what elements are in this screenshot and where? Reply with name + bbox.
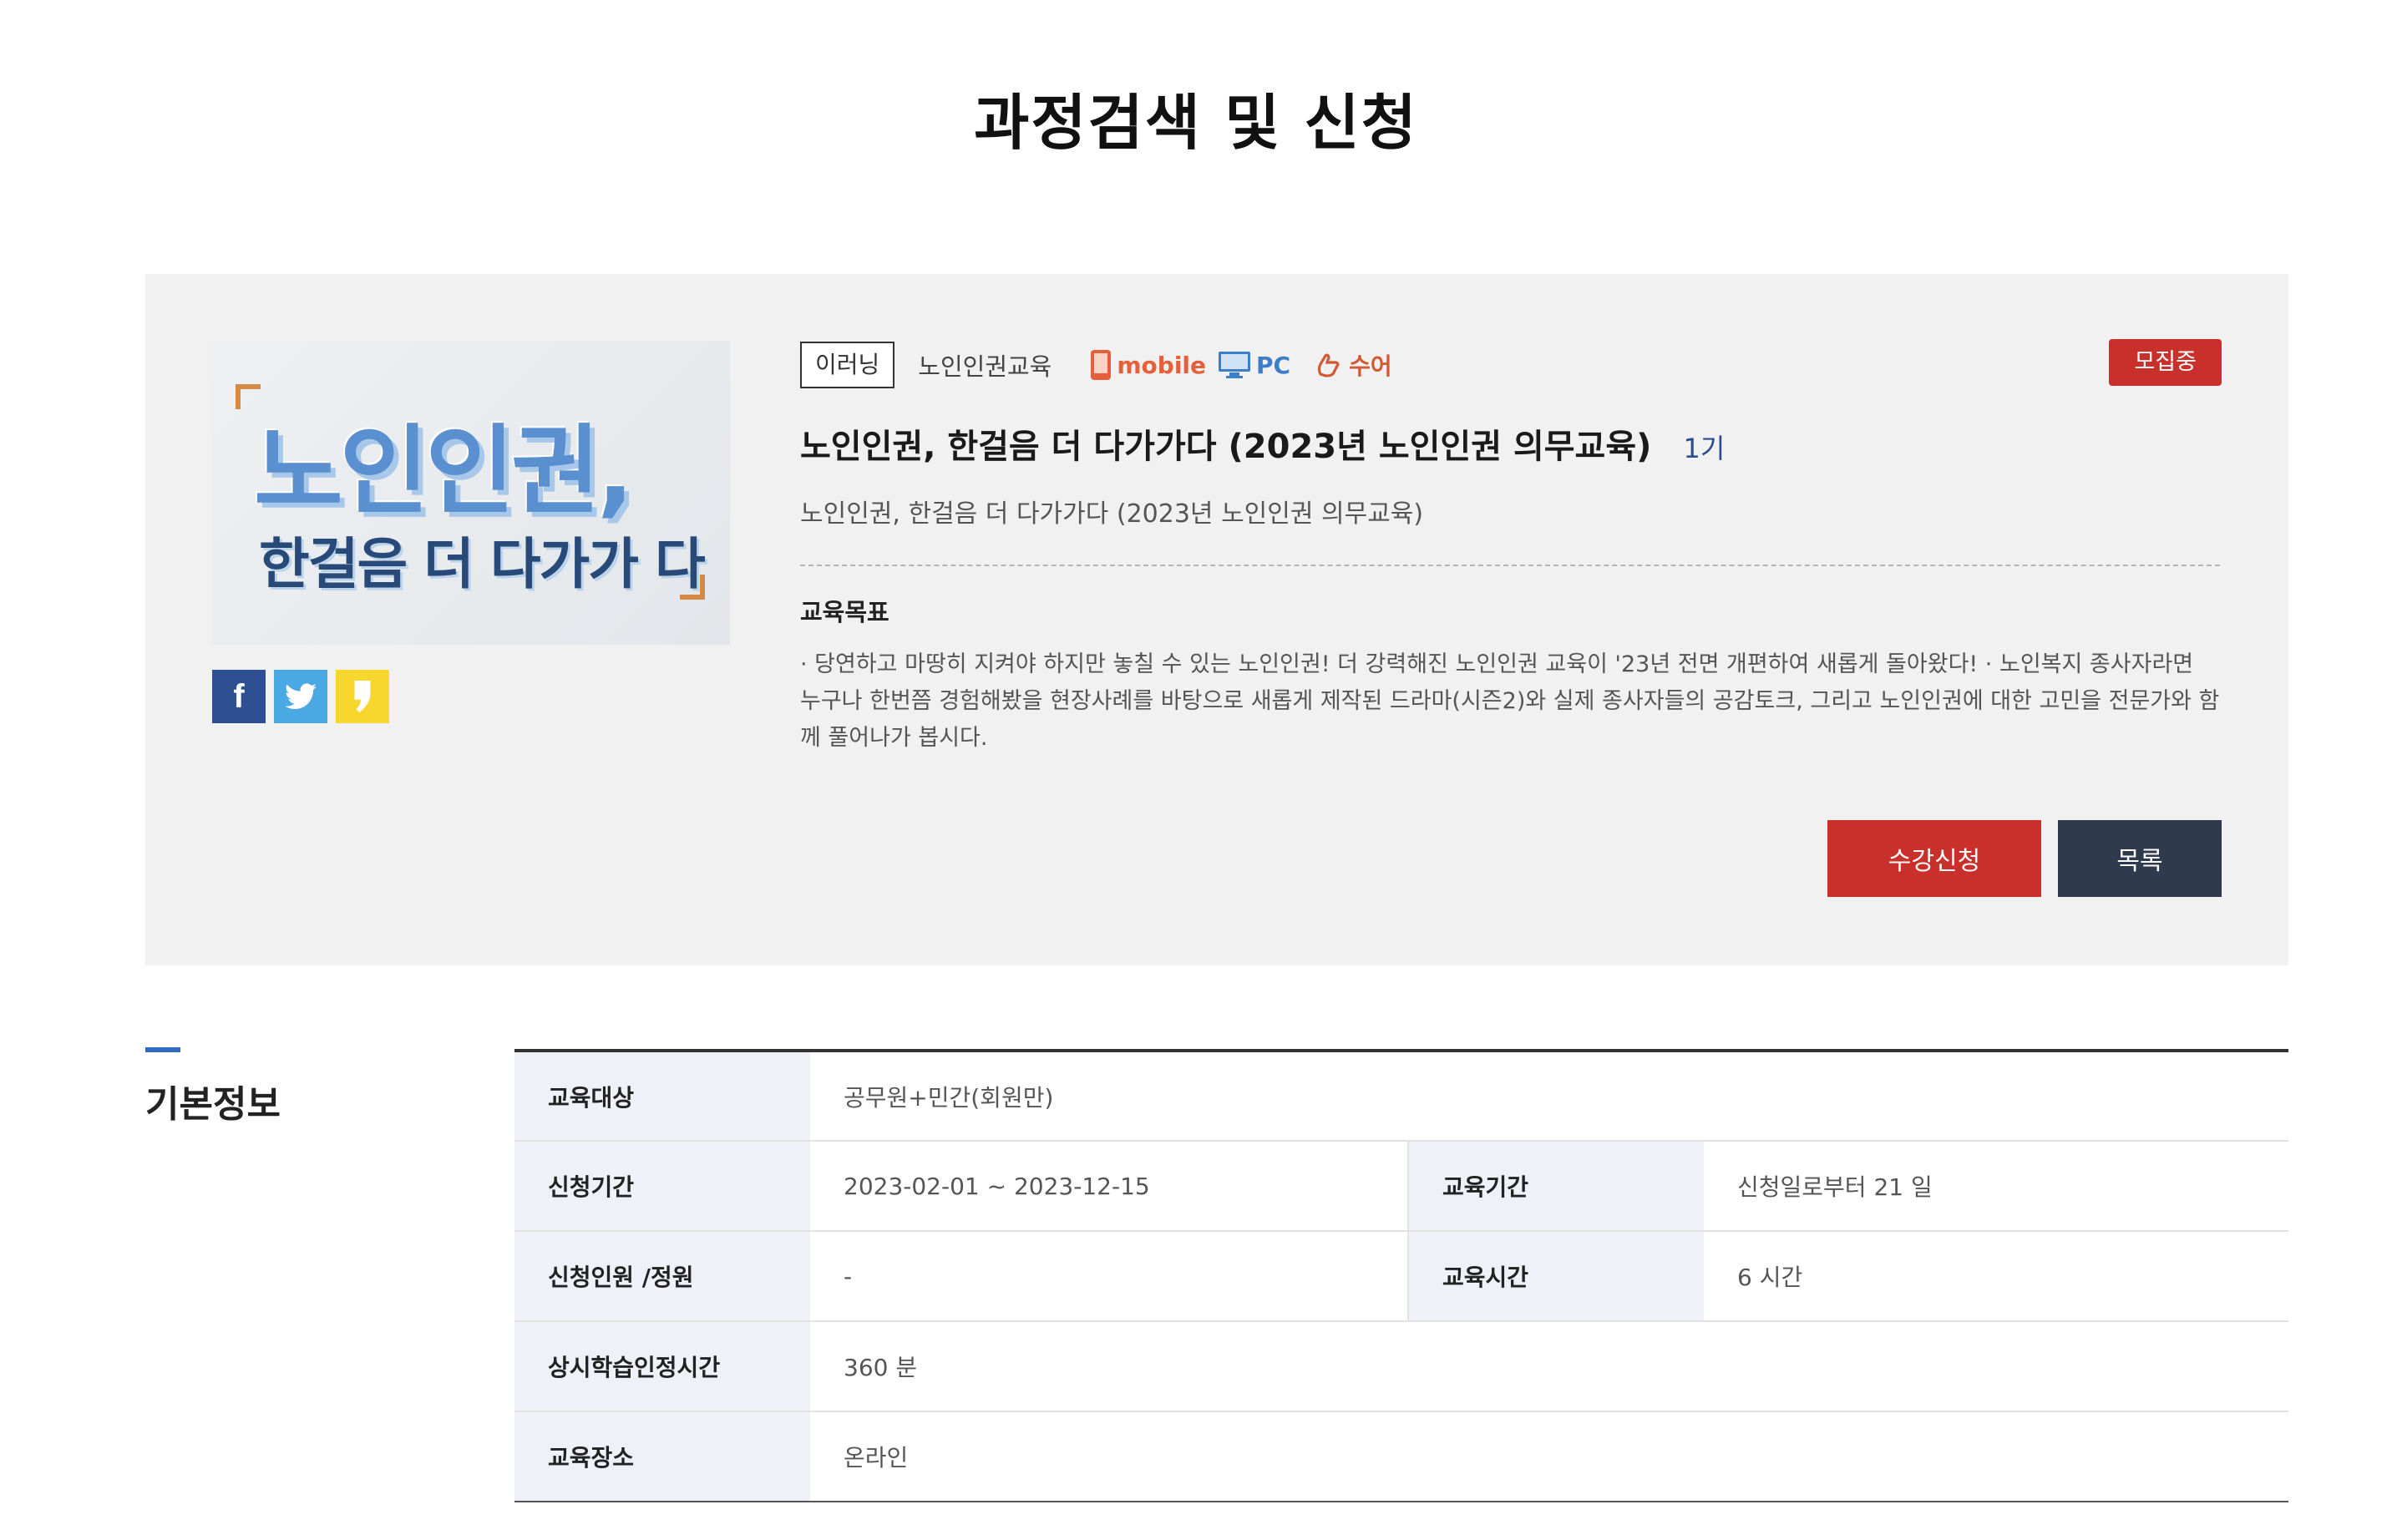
apply-button[interactable]: 수강신청 [1827,820,2041,897]
table-row: 교육대상 공무원+민간(회원만) [514,1051,2288,1142]
course-tags: 이러닝 노인인권교육 mobile PC 수어 [800,341,2220,389]
course-info: 이러닝 노인인권교육 mobile PC 수어 노인인권, 한걸음 더 다가가다… [800,341,2220,757]
share-buttons: f [212,670,389,723]
course-term: 1기 [1683,433,1726,464]
thumbnail-title: 노인인권, [254,415,634,528]
target-value: 공무원+민간(회원만) [810,1051,2288,1142]
kakaostory-share-button[interactable] [336,670,389,723]
section-title: 기본정보 [145,1083,281,1126]
device-sign-language: 수어 [1315,348,1392,382]
basic-info-table: 교육대상 공무원+민간(회원만) 신청기간 2023-02-01 ~ 2023-… [514,1049,2288,1502]
place-value: 온라인 [844,1444,909,1472]
target-label: 교육대상 [514,1051,810,1142]
course-type-tag: 이러닝 [800,342,895,388]
device-pc-label: PC [1256,351,1291,379]
edu-period-label: 교육기간 [1407,1141,1704,1232]
course-card: 노인인권, 한걸음 더 다가가 다 f 모집중 이러닝 노인인권교육 mobil… [145,274,2288,965]
edu-hours-label: 교육시간 [1407,1231,1704,1322]
facebook-icon: f [233,677,245,715]
course-title-row: 노인인권, 한걸음 더 다가가다 (2023년 노인인권 의무교육) 1기 [800,419,2220,468]
device-pc: PC [1218,351,1290,379]
place-label: 교육장소 [514,1411,810,1502]
device-mobile-label: mobile [1117,351,1207,379]
facebook-share-button[interactable]: f [212,670,266,723]
recognition-hours-label: 상시학습인정시간 [514,1321,810,1412]
divider [800,565,2220,566]
table-row: 상시학습인정시간 360 분 [514,1321,2288,1412]
twitter-icon [285,683,317,710]
goal-heading: 교육목표 [800,598,889,626]
twitter-share-button[interactable] [274,670,327,723]
table-row: 신청기간 2023-02-01 ~ 2023-12-15 교육기간 신청일로부터… [514,1141,2288,1232]
device-mobile: mobile [1090,349,1206,381]
pc-icon [1219,352,1251,378]
capacity-value: - [810,1231,1408,1322]
section-accent-bar [145,1047,180,1052]
thumbnail-subtitle: 한걸음 더 다가가 다 [259,532,706,596]
mobile-icon [1091,350,1112,380]
device-sign-label: 수어 [1349,352,1392,380]
course-thumbnail: 노인인권, 한걸음 더 다가가 다 [212,341,730,645]
goal-text: · 당연하고 마땅히 지켜야 하지만 놓칠 수 있는 노인인권! 더 강력해진 … [800,651,2220,751]
table-row: 교육장소 온라인 [514,1411,2288,1502]
course-subtitle: 노인인권, 한걸음 더 다가가다 (2023년 노인인권 의무교육) [800,499,1424,529]
kakaostory-icon [354,681,371,712]
edu-hours-value: 6 시간 [1704,1231,2288,1322]
table-row: 신청인원 /정원 - 교육시간 6 시간 [514,1231,2288,1322]
page-title: 과정검색 및 신청 [974,88,1418,158]
sign-language-icon [1317,353,1340,377]
list-button[interactable]: 목록 [2058,820,2222,897]
apply-period-value: 2023-02-01 ~ 2023-12-15 [810,1141,1408,1232]
capacity-label: 신청인원 /정원 [514,1231,810,1322]
recognition-hours-value: 360 분 [810,1321,2288,1412]
course-actions: 수강신청 목록 [1827,820,2222,897]
apply-period-label: 신청기간 [514,1141,810,1232]
course-category: 노인인권교육 [918,352,1052,381]
edu-period-value: 신청일로부터 21 일 [1704,1141,2288,1232]
course-title: 노인인권, 한걸음 더 다가가다 (2023년 노인인권 의무교육) [800,428,1652,466]
